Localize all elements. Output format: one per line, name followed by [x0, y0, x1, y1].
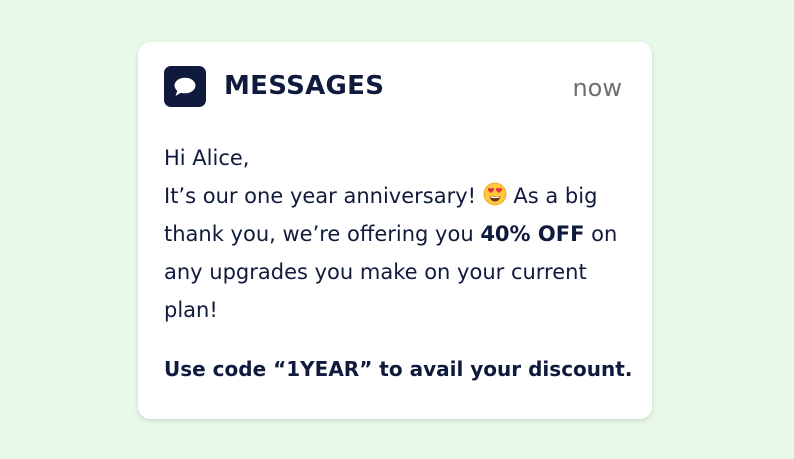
message-text: on — [584, 222, 618, 246]
message-line: thank you, we’re offering you 40% OFF on — [164, 215, 634, 253]
message-text: thank you, we’re offering you — [164, 222, 481, 246]
message-body: Hi Alice, It’s our one year anniversary!… — [164, 139, 634, 329]
message-line: any upgrades you make on your current — [164, 260, 587, 284]
notification-card[interactable]: MESSAGES now Hi Alice, It’s our one year… — [138, 42, 652, 419]
app-name: MESSAGES — [224, 71, 385, 101]
message-line: plan! — [164, 298, 218, 322]
message-line: It’s our one year anniversary! As a big — [164, 177, 634, 215]
message-text: As a big — [506, 184, 598, 208]
discount-highlight: 40% OFF — [480, 222, 585, 246]
message-bubble-icon — [164, 66, 206, 107]
greeting: Hi Alice, — [164, 146, 250, 170]
message-text: It’s our one year anniversary! — [164, 184, 483, 208]
heart-eyes-emoji-icon — [483, 182, 507, 206]
promo-code-callout: Use code “1YEAR” to avail your discount. — [164, 357, 633, 381]
timestamp: now — [572, 74, 622, 102]
